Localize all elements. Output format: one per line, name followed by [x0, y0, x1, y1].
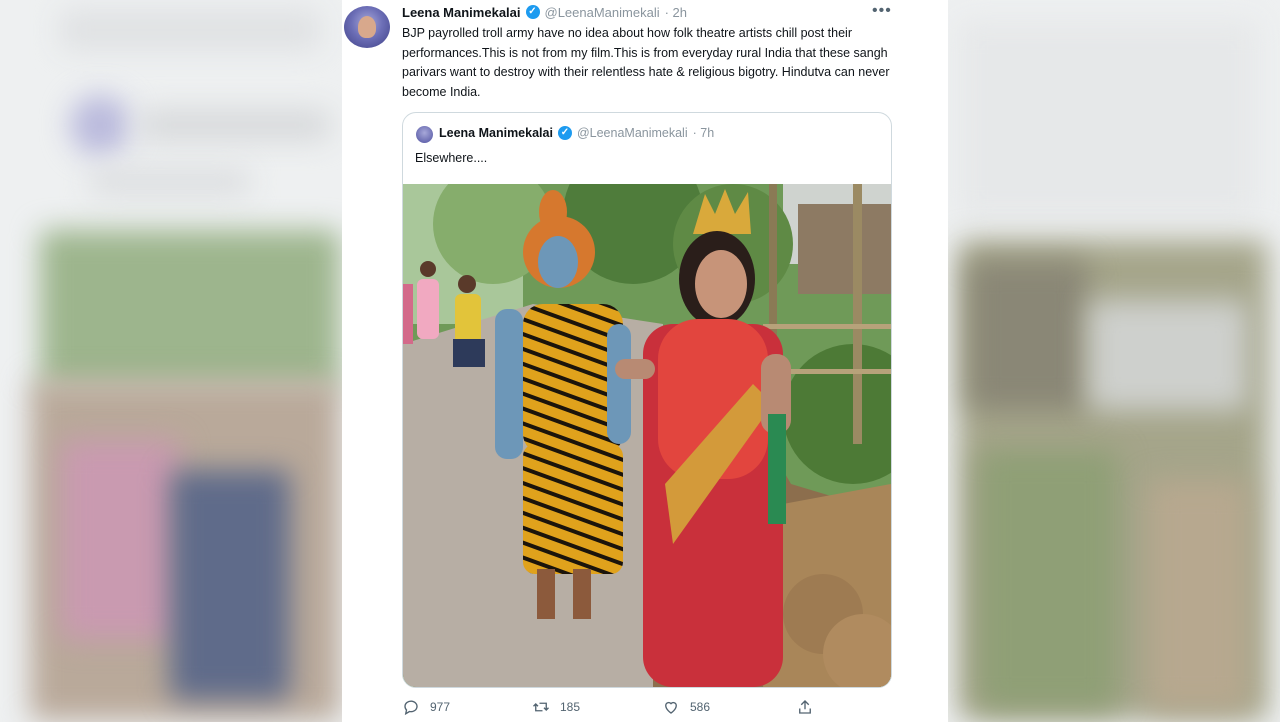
- screenshot: Leena Manimekalai ✓ @LeenaManimekali · 2…: [0, 0, 1280, 722]
- verified-badge-icon: ✓: [525, 5, 540, 19]
- quoted-author-avatar: [416, 126, 433, 143]
- quoted-tweet-header: Leena Manimekalai ✓ @LeenaManimekali · 7…: [439, 126, 714, 140]
- heart-icon: [665, 701, 677, 714]
- share-icon: [799, 700, 811, 714]
- tweet-header: Leena Manimekalai ✓ @LeenaManimekali · 2…: [402, 3, 687, 21]
- quoted-tweet-time: · 7h: [692, 126, 715, 140]
- folk-costume-photo-illustration: [403, 184, 891, 687]
- blurred-background-left: [0, 0, 342, 722]
- share-button[interactable]: [796, 698, 814, 716]
- author-handle[interactable]: @LeenaManimekali: [545, 5, 660, 20]
- tweet-time[interactable]: · 2h: [665, 5, 687, 20]
- more-options-icon[interactable]: •••: [872, 2, 892, 20]
- author-avatar[interactable]: [344, 6, 390, 48]
- reply-button[interactable]: 977: [402, 698, 450, 716]
- author-name[interactable]: Leena Manimekalai: [402, 5, 521, 20]
- reply-icon: [404, 700, 418, 716]
- quoted-author-name: Leena Manimekalai: [439, 126, 553, 140]
- retweet-count: 185: [560, 700, 581, 714]
- quoted-tweet-text: Elsewhere....: [415, 151, 488, 165]
- quoted-tweet[interactable]: Leena Manimekalai ✓ @LeenaManimekali · 7…: [402, 112, 892, 688]
- like-button[interactable]: 586: [662, 698, 710, 716]
- retweet-icon: [533, 702, 549, 712]
- like-count: 586: [690, 700, 711, 714]
- retweet-button[interactable]: 185: [532, 698, 580, 716]
- reply-count: 977: [430, 700, 451, 714]
- blurred-background-right: [948, 0, 1280, 722]
- quoted-tweet-photo[interactable]: [403, 184, 891, 687]
- tweet-text: BJP payrolled troll army have no idea ab…: [402, 26, 890, 99]
- verified-badge-icon: ✓: [557, 126, 572, 140]
- quoted-author-handle: @LeenaManimekali: [576, 126, 688, 140]
- tweet-actions: 977 185 586: [402, 698, 822, 720]
